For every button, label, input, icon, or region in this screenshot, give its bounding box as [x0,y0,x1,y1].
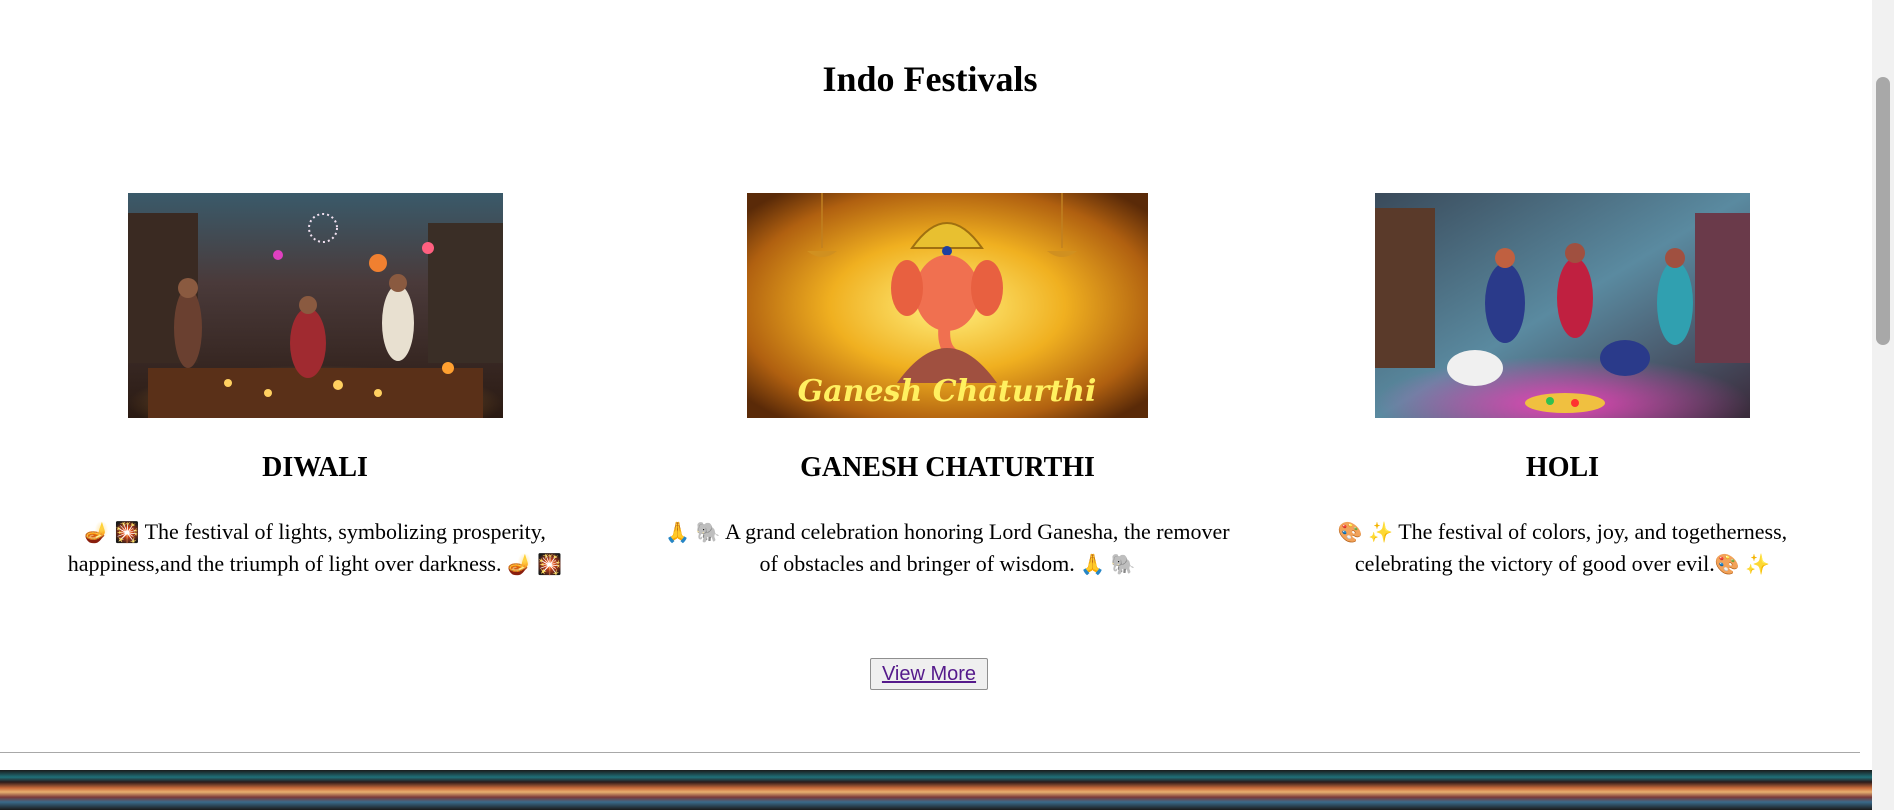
ganesh-image: Ganesh Chaturthi [747,193,1148,418]
festival-title-holi: HOLI [1525,452,1600,483]
holi-image [1375,193,1750,418]
ganesh-image-caption: Ganesh Chaturthi [798,374,1097,409]
page-title: Indo Festivals [822,59,1038,99]
diya-icon: 🪔 [507,552,532,576]
view-more-button[interactable]: View More [870,658,988,690]
palette-icon: 🎨 [1714,552,1740,576]
scrollbar-thumb[interactable] [1876,77,1890,345]
diwali-image [127,193,503,418]
festival-description-ganesh: 🙏 🐘 A grand celebration honoring Lord Ga… [665,519,1230,576]
praying-hands-icon: 🙏 [1080,552,1106,576]
festival-card-ganesh: Ganesh Chaturthi GANESH CHATURTHI 🙏 🐘 A … [630,193,1265,580]
festival-title-ganesh: GANESH CHATURTHI [800,452,1095,483]
festival-description-holi: 🎨 ✨ The festival of colors, joy, and tog… [1337,519,1788,576]
elephant-icon: 🐘 [695,520,721,544]
sparkler-icon: 🎇 [114,520,140,544]
section-divider [0,752,1860,753]
sparkler-icon: 🎇 [537,552,563,576]
festival-card-diwali: DIWALI 🪔 🎇 The festival of lights, symbo… [30,193,600,580]
sparkles-icon: ✨ [1368,520,1394,544]
elephant-icon: 🐘 [1110,552,1136,576]
page-content: Indo Festivals DIWALI 🪔 🎇 The festival o… [0,0,1872,810]
diya-icon: 🪔 [84,520,110,544]
vertical-scrollbar[interactable] [1872,0,1894,810]
palette-icon: 🎨 [1337,520,1363,544]
praying-hands-icon: 🙏 [665,520,691,544]
footer-banner-image [0,770,1872,810]
sparkles-icon: ✨ [1745,552,1771,576]
festival-description-diwali: 🪔 🎇 The festival of lights, symbolizing … [67,519,563,576]
festival-card-holi: HOLI 🎨 ✨ The festival of colors, joy, an… [1300,193,1825,580]
festival-title-diwali: DIWALI [262,452,368,483]
